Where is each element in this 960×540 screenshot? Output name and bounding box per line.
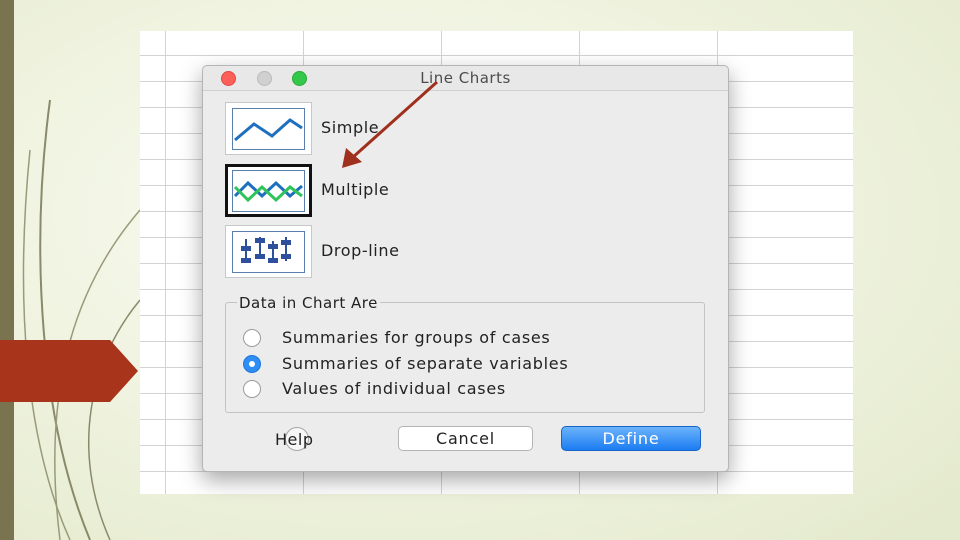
radio-summaries-variables[interactable]: Summaries of separate variables <box>243 354 683 376</box>
radio-individual-cases[interactable]: Values of individual cases <box>243 379 683 401</box>
multiple-line-chart-icon[interactable] <box>225 164 312 217</box>
radio-button[interactable] <box>243 380 261 398</box>
chart-type-label: Multiple <box>321 180 390 199</box>
radio-summaries-groups[interactable]: Summaries for groups of cases <box>243 328 683 350</box>
chart-type-label: Drop-line <box>321 241 400 260</box>
radio-label: Summaries of separate variables <box>282 354 569 373</box>
slide-arrow-tab <box>0 340 138 402</box>
group-title: Data in Chart Are <box>237 294 380 312</box>
radio-label: Summaries for groups of cases <box>282 328 551 347</box>
line-charts-dialog: Line Charts Simple Multiple Drop-line Da… <box>202 65 729 472</box>
radio-button[interactable] <box>243 329 261 347</box>
define-button[interactable]: Define <box>561 426 701 451</box>
cancel-button[interactable]: Cancel <box>398 426 533 451</box>
help-button[interactable]: Help <box>275 427 335 453</box>
radio-button-selected[interactable] <box>243 355 261 373</box>
radio-label: Values of individual cases <box>282 379 506 398</box>
chart-type-simple[interactable]: Simple <box>225 102 605 156</box>
dialog-titlebar: Line Charts <box>203 66 728 91</box>
chart-type-drop-line[interactable]: Drop-line <box>225 225 605 279</box>
simple-line-chart-icon[interactable] <box>225 102 312 155</box>
chart-type-label: Simple <box>321 118 380 137</box>
chart-type-multiple[interactable]: Multiple <box>225 164 605 218</box>
drop-line-chart-icon[interactable] <box>225 225 312 278</box>
dialog-title: Line Charts <box>420 69 511 87</box>
help-label: Help <box>275 430 314 449</box>
